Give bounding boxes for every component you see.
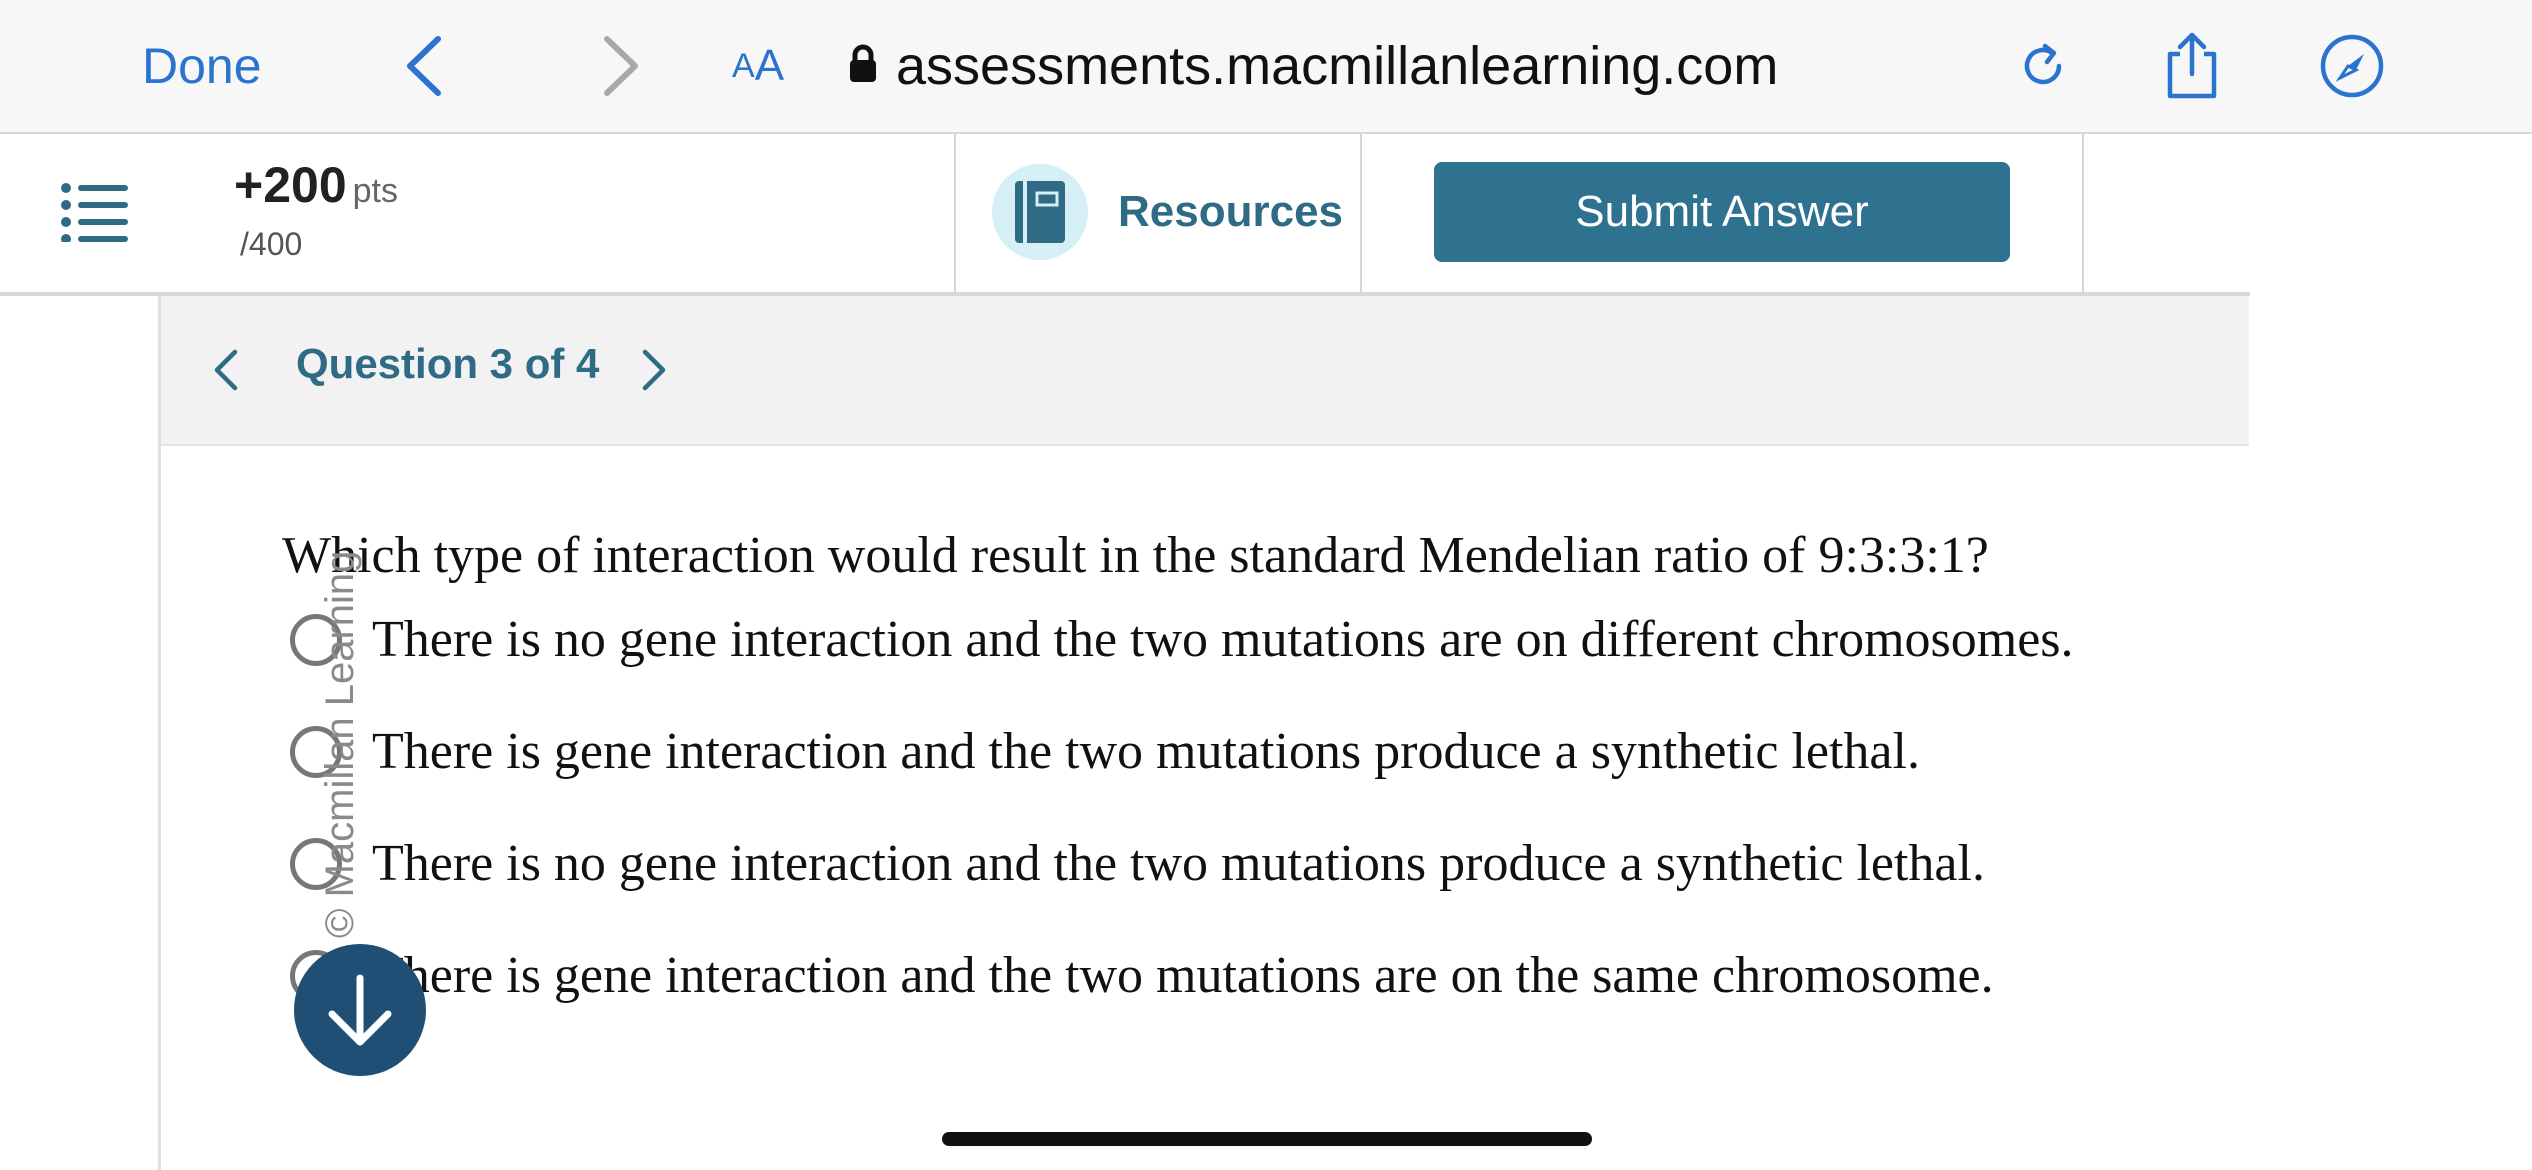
- scroll-down-button[interactable]: [294, 944, 426, 1076]
- compass-icon[interactable]: [2318, 0, 2386, 132]
- answer-choice[interactable]: There is no gene interaction and the two…: [290, 834, 1985, 893]
- answer-choice-text: There is gene interaction and the two mu…: [372, 723, 1920, 780]
- share-icon[interactable]: [2160, 0, 2224, 132]
- previous-question-chevron-icon[interactable]: [211, 346, 241, 399]
- question-prompt: Which type of interaction would result i…: [282, 527, 1989, 584]
- answer-choice-text: There is no gene interaction and the two…: [372, 611, 2074, 668]
- home-indicator: [942, 1132, 1592, 1146]
- points-unit: pts: [352, 172, 398, 210]
- book-icon: [992, 164, 1088, 260]
- forward-chevron-icon[interactable]: [595, 0, 645, 132]
- points-total: /400: [240, 226, 303, 262]
- text-size-large-label: A: [754, 41, 785, 90]
- answer-choice[interactable]: There is no gene interaction and the two…: [290, 610, 2074, 669]
- answer-choice-text: There is gene interaction and the two mu…: [372, 947, 1994, 1004]
- question-counter[interactable]: Question 3 of 4: [296, 340, 599, 388]
- divider: [2082, 134, 2084, 294]
- submit-answer-button[interactable]: Submit Answer: [1434, 162, 2010, 262]
- done-button[interactable]: Done: [142, 0, 262, 132]
- copyright-watermark: © Macmillan Learning: [318, 550, 362, 938]
- text-size-small-label: A: [732, 46, 755, 85]
- address-bar[interactable]: assessments.macmillanlearning.com: [848, 0, 1778, 132]
- menu-list-icon[interactable]: [60, 182, 140, 246]
- resources-button[interactable]: Resources: [992, 164, 1343, 260]
- reload-icon[interactable]: [2015, 0, 2071, 132]
- arrow-down-icon: [328, 974, 392, 1046]
- answer-choice[interactable]: There is gene interaction and the two mu…: [290, 722, 1920, 781]
- lock-icon: [848, 35, 878, 97]
- divider: [1360, 134, 1362, 294]
- url-text: assessments.macmillanlearning.com: [896, 36, 1779, 96]
- back-chevron-icon[interactable]: [400, 0, 450, 132]
- browser-toolbar: Done AA assessments.macmillanlearning.co…: [0, 0, 2532, 134]
- divider: [954, 134, 956, 294]
- answer-choice-text: There is no gene interaction and the two…: [372, 835, 1985, 892]
- question-navigation-bar: Question 3 of 4: [161, 296, 2249, 446]
- answer-choice[interactable]: There is gene interaction and the two mu…: [290, 946, 1994, 1005]
- assessment-header: +200 pts /400 Resources Submit Answer: [0, 134, 2532, 294]
- points-score: +200 pts: [234, 156, 398, 214]
- text-size-button[interactable]: AA: [732, 0, 784, 132]
- resources-label: Resources: [1118, 187, 1344, 236]
- next-question-chevron-icon[interactable]: [639, 346, 669, 399]
- points-value: +200: [234, 157, 347, 213]
